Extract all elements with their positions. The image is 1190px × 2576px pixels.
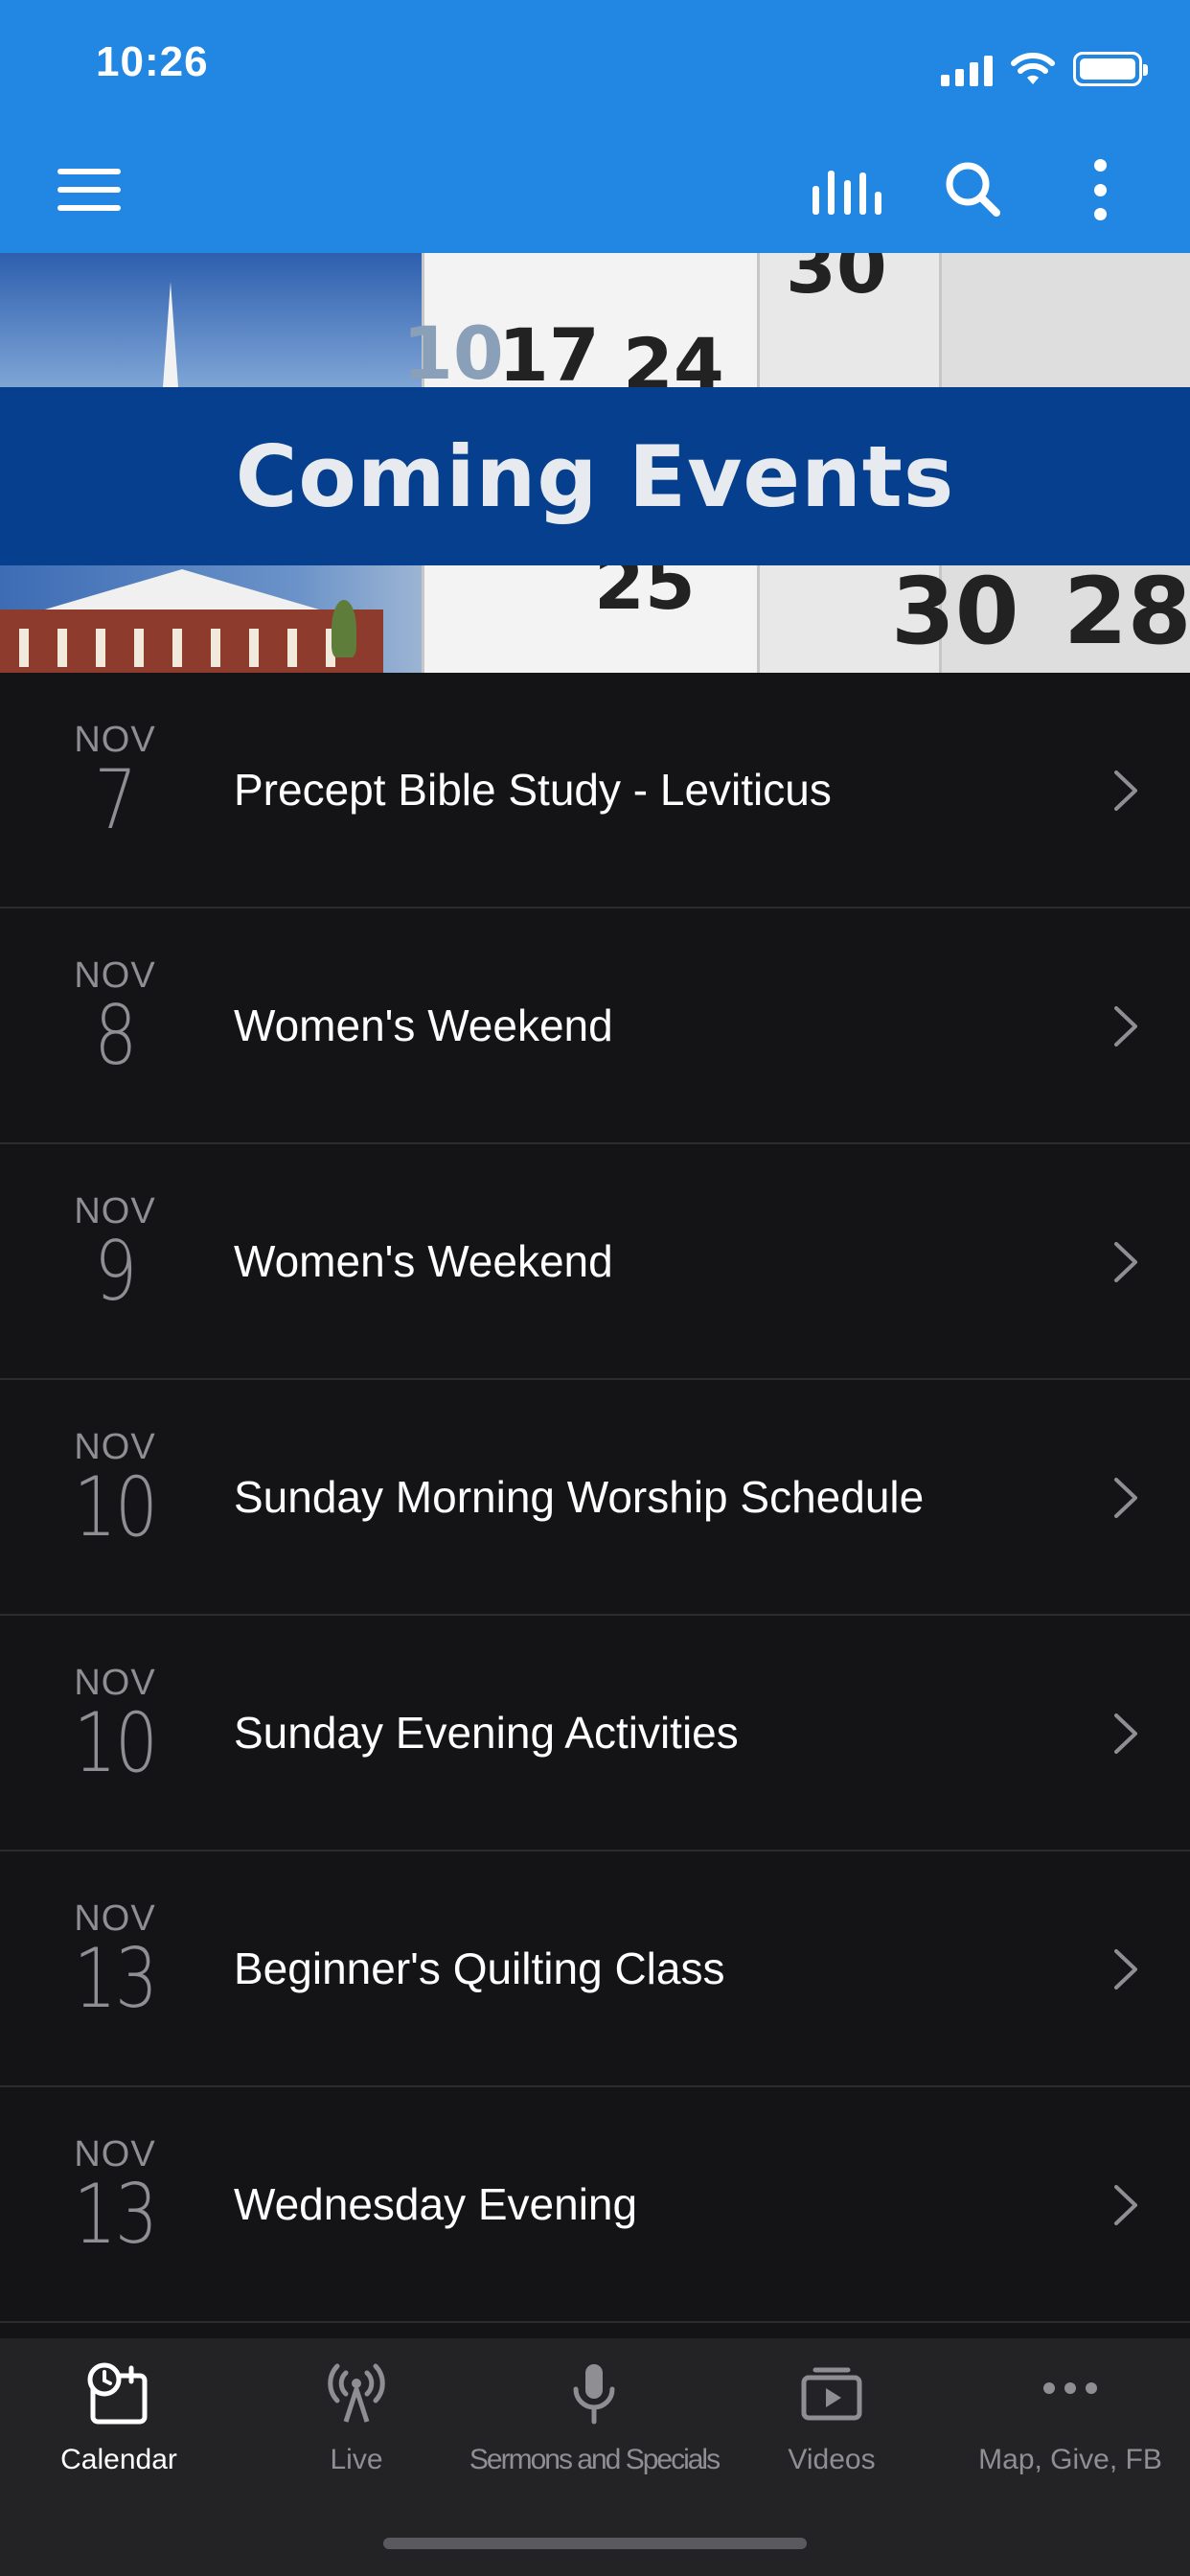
event-day: 10	[73, 1460, 158, 1555]
search-icon[interactable]	[943, 159, 1004, 220]
event-date: NOV 13	[38, 2135, 192, 2256]
more-vertical-icon[interactable]	[1088, 159, 1111, 220]
event-day: 10	[73, 1695, 158, 1791]
event-date: NOV 9	[38, 1192, 192, 1313]
event-day: 9	[94, 1224, 137, 1320]
event-day: 13	[73, 2167, 158, 2263]
banner-title: Coming Events	[235, 426, 955, 526]
cellular-signal-icon	[941, 54, 993, 86]
chevron-right-icon	[1114, 1006, 1137, 1046]
video-play-icon	[801, 2367, 862, 2421]
event-title: Sunday Morning Worship Schedule	[234, 1472, 925, 1522]
microphone-icon	[573, 2364, 615, 2425]
tab-label: Videos	[788, 2444, 876, 2475]
banner-title-strip: Coming Events	[0, 387, 1190, 565]
steeple-graphic	[163, 282, 178, 387]
event-row[interactable]: NOV 13 Beginner's Quilting Class	[0, 1852, 1190, 2087]
event-row[interactable]: NOV 10 Sunday Morning Worship Schedule	[0, 1380, 1190, 1616]
event-day: 7	[94, 752, 137, 848]
event-title: Sunday Evening Activities	[234, 1708, 739, 1758]
chevron-right-icon	[1114, 1714, 1137, 1754]
event-date: NOV 13	[38, 1899, 192, 2020]
tab-sermons-and-specials[interactable]: Sermons and Specials	[469, 2338, 721, 2501]
wifi-icon	[1011, 53, 1055, 84]
event-list: NOV 7 Precept Bible Study - Leviticus NO…	[0, 673, 1190, 2323]
event-row[interactable]: NOV 9 Women's Weekend	[0, 1144, 1190, 1380]
chevron-right-icon	[1114, 1949, 1137, 1990]
event-title: Precept Bible Study - Leviticus	[234, 765, 832, 815]
tab-label: Map, Give, FB	[978, 2444, 1162, 2475]
coming-events-banner: 10 17 24 30 25 30 28 Coming Events	[0, 253, 1190, 673]
calendar-clock-icon	[87, 2362, 148, 2425]
event-title: Women's Weekend	[234, 1236, 613, 1286]
event-date: NOV 7	[38, 721, 192, 841]
event-day: 8	[94, 988, 137, 1084]
home-indicator[interactable]	[383, 2538, 807, 2549]
tab-label: Calendar	[60, 2444, 177, 2475]
chevron-right-icon	[1114, 1478, 1137, 1518]
calendar-number: 10	[402, 310, 504, 396]
event-day: 13	[73, 1931, 158, 2027]
chevron-right-icon	[1114, 2185, 1137, 2225]
calendar-number: 28	[1064, 558, 1190, 665]
calendar-number: 30	[891, 558, 1019, 665]
broadcast-icon	[328, 2363, 385, 2423]
calendar-number: 17	[498, 312, 600, 398]
event-title: Women's Weekend	[234, 1000, 613, 1050]
more-horizontal-icon	[1043, 2382, 1097, 2394]
hamburger-menu-icon[interactable]	[57, 169, 121, 211]
chevron-right-icon	[1114, 770, 1137, 811]
event-date: NOV 10	[38, 1428, 192, 1549]
event-title: Beginner's Quilting Class	[234, 1944, 725, 1993]
tab-calendar[interactable]: Calendar	[0, 2338, 238, 2501]
tab-videos[interactable]: Videos	[713, 2338, 950, 2501]
event-title: Wednesday Evening	[234, 2179, 638, 2229]
chevron-right-icon	[1114, 1242, 1137, 1282]
top-app-bar: 10:26	[0, 0, 1190, 253]
tab-label: Live	[330, 2444, 383, 2475]
event-row[interactable]: NOV 13 Wednesday Evening	[0, 2087, 1190, 2323]
event-row[interactable]: NOV 8 Women's Weekend	[0, 908, 1190, 1144]
battery-icon	[1073, 52, 1148, 86]
status-time: 10:26	[96, 38, 209, 85]
tab-label: Sermons and Specials	[469, 2444, 721, 2475]
event-row[interactable]: NOV 10 Sunday Evening Activities	[0, 1616, 1190, 1852]
event-date: NOV 8	[38, 956, 192, 1077]
audio-bars-icon[interactable]	[812, 167, 881, 215]
event-date: NOV 10	[38, 1664, 192, 1784]
tab-live[interactable]: Live	[238, 2338, 475, 2501]
status-icons	[941, 48, 1148, 86]
calendar-number: 30	[786, 253, 887, 310]
tab-map-give-fb[interactable]: Map, Give, FB	[950, 2338, 1190, 2501]
event-row[interactable]: NOV 7 Precept Bible Study - Leviticus	[0, 673, 1190, 908]
